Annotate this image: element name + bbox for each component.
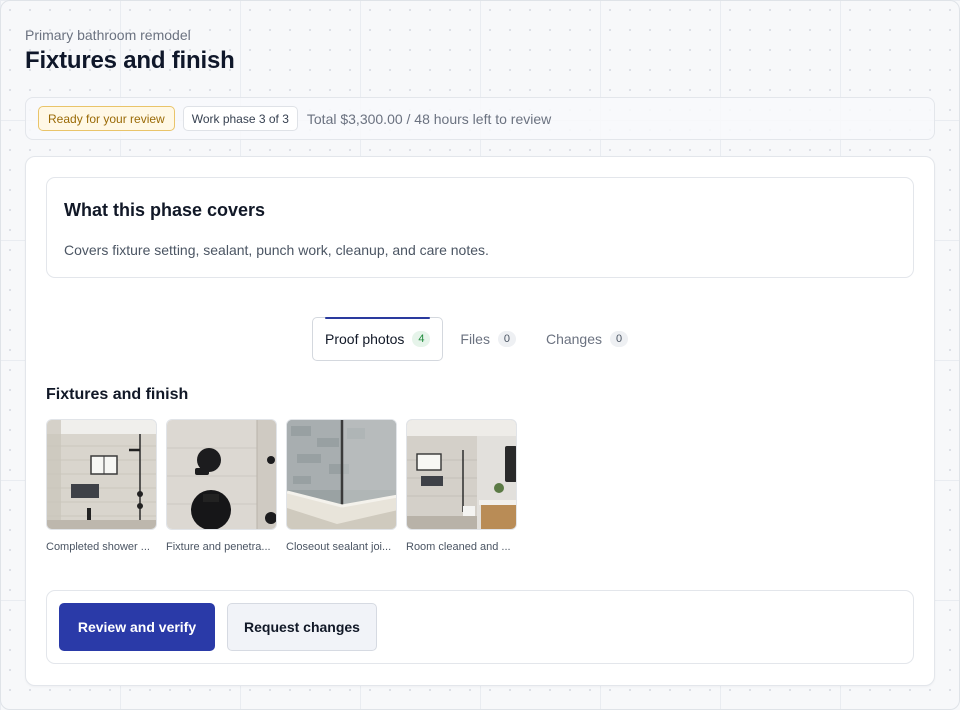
phase-badge: Work phase 3 of 3 xyxy=(182,106,298,131)
tab-label: Changes xyxy=(545,331,602,347)
review-and-verify-button[interactable]: Review and verify xyxy=(59,603,215,651)
page-title: Fixtures and finish xyxy=(25,47,235,74)
tab-proof-photos[interactable]: Proof photos 4 xyxy=(312,317,444,361)
status-badge: Ready for your review xyxy=(38,106,175,131)
gallery-title: Fixtures and finish xyxy=(46,386,189,403)
phase-scope-card: What this phase covers Covers fixture se… xyxy=(46,177,914,278)
photo-caption: Closeout sealant joi... xyxy=(286,541,392,553)
photo-caption: Room cleaned and ... xyxy=(406,541,511,553)
request-changes-button[interactable]: Request changes xyxy=(227,603,377,651)
phase-meta-bar: Ready for your review Work phase 3 of 3 … xyxy=(25,97,935,140)
tab-changes[interactable]: Changes 0 xyxy=(533,317,641,361)
phase-review-card: What this phase covers Covers fixture se… xyxy=(25,156,935,686)
shower-photo[interactable] xyxy=(46,419,157,530)
photo-card[interactable]: Completed shower ... xyxy=(46,419,157,553)
tab-count-badge: 0 xyxy=(497,331,516,347)
photo-caption: Fixture and penetra... xyxy=(166,541,271,553)
photo-card[interactable]: Fixture and penetra... xyxy=(166,419,277,553)
tab-count-badge: 4 xyxy=(412,331,431,347)
phase-scope-text: Covers fixture setting, sealant, punch w… xyxy=(64,242,489,258)
tab-label: Proof photos xyxy=(325,331,405,347)
total-and-deadline: Total $3,300.00 / 48 hours left to revie… xyxy=(306,110,552,127)
evidence-tabs: Proof photos 4 Files 0 Changes 0 xyxy=(312,317,641,361)
phase-scope-title: What this phase covers xyxy=(64,200,266,220)
photo-card[interactable]: Room cleaned and ... xyxy=(406,419,517,553)
proof-photo-gallery: Completed shower ... Fixture and penetra… xyxy=(46,419,517,553)
tab-label: Files xyxy=(460,331,490,347)
photo-card[interactable]: Closeout sealant joi... xyxy=(286,419,397,553)
sealant-photo[interactable] xyxy=(286,419,397,530)
review-actions-bar: Review and verify Request changes xyxy=(46,590,914,664)
photo-caption: Completed shower ... xyxy=(46,541,150,553)
fixture-photo[interactable] xyxy=(166,419,277,530)
project-name: Primary bathroom remodel xyxy=(25,27,191,43)
tab-files[interactable]: Files 0 xyxy=(447,317,529,361)
room-photo[interactable] xyxy=(406,419,517,530)
tab-count-badge: 0 xyxy=(610,331,628,347)
